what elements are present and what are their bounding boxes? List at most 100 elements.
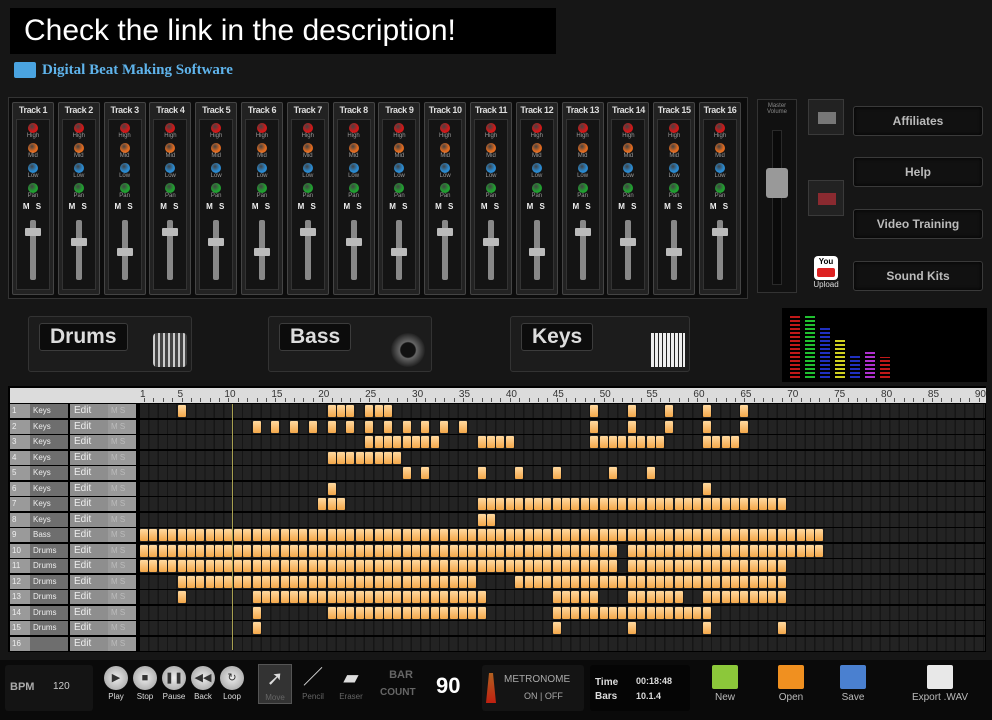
note-lane[interactable] bbox=[140, 636, 985, 651]
edit-button[interactable]: Edit bbox=[70, 419, 108, 434]
note-cell[interactable] bbox=[590, 591, 599, 603]
note-cell[interactable] bbox=[196, 544, 205, 557]
note-cell[interactable] bbox=[271, 591, 280, 603]
note-lane[interactable] bbox=[140, 590, 985, 604]
note-cell[interactable] bbox=[552, 560, 561, 572]
volume-fader[interactable] bbox=[116, 248, 133, 256]
note-cell[interactable] bbox=[383, 575, 392, 588]
note-cell[interactable] bbox=[777, 591, 786, 603]
note-cell[interactable] bbox=[777, 622, 786, 634]
note-cell[interactable] bbox=[299, 560, 308, 572]
note-cell[interactable] bbox=[327, 544, 336, 557]
note-cell[interactable] bbox=[768, 575, 777, 588]
note-cell[interactable] bbox=[355, 575, 364, 588]
note-cell[interactable] bbox=[261, 529, 270, 541]
note-cell[interactable] bbox=[543, 560, 552, 572]
note-cell[interactable] bbox=[665, 575, 674, 588]
note-cell[interactable] bbox=[740, 405, 749, 417]
note-cell[interactable] bbox=[759, 498, 768, 510]
low-knob[interactable] bbox=[486, 163, 496, 173]
note-cell[interactable] bbox=[721, 436, 730, 448]
note-cell[interactable] bbox=[383, 606, 392, 619]
note-cell[interactable] bbox=[243, 529, 252, 541]
pan-knob[interactable] bbox=[348, 183, 359, 193]
note-cell[interactable] bbox=[430, 544, 439, 557]
note-cell[interactable] bbox=[637, 560, 646, 572]
note-cell[interactable] bbox=[477, 436, 486, 448]
stop-button[interactable]: ■ Stop bbox=[132, 666, 158, 701]
note-cell[interactable] bbox=[749, 560, 758, 572]
note-cell[interactable] bbox=[590, 606, 599, 619]
bpm-box[interactable]: BPM 120 bbox=[5, 665, 93, 711]
note-cell[interactable] bbox=[346, 451, 355, 464]
note-cell[interactable] bbox=[618, 575, 627, 588]
note-cell[interactable] bbox=[252, 591, 261, 603]
note-cell[interactable] bbox=[468, 591, 477, 603]
note-cell[interactable] bbox=[365, 420, 374, 433]
note-cell[interactable] bbox=[402, 467, 411, 479]
note-cell[interactable] bbox=[768, 529, 777, 541]
note-cell[interactable] bbox=[693, 498, 702, 510]
note-cell[interactable] bbox=[571, 606, 580, 619]
note-cell[interactable] bbox=[702, 622, 711, 634]
track-instrument[interactable]: Keys bbox=[30, 404, 68, 418]
note-cell[interactable] bbox=[580, 529, 589, 541]
mid-knob[interactable] bbox=[486, 143, 496, 153]
note-cell[interactable] bbox=[365, 436, 374, 448]
low-knob[interactable] bbox=[119, 163, 130, 173]
playhead[interactable] bbox=[232, 404, 233, 650]
eraser-tool[interactable]: ▰ Eraser bbox=[334, 664, 368, 704]
note-cell[interactable] bbox=[655, 560, 664, 572]
note-lane[interactable] bbox=[140, 621, 985, 635]
bar-count-value[interactable]: 90 bbox=[436, 673, 460, 699]
note-cell[interactable] bbox=[186, 575, 195, 588]
upload-button[interactable]: You Upload bbox=[810, 256, 842, 289]
note-cell[interactable] bbox=[336, 451, 345, 464]
note-cell[interactable] bbox=[580, 560, 589, 572]
note-cell[interactable] bbox=[374, 436, 383, 448]
track-instrument[interactable]: Keys bbox=[30, 466, 68, 480]
edit-button[interactable]: Edit bbox=[70, 574, 108, 589]
high-knob[interactable] bbox=[531, 123, 542, 133]
note-cell[interactable] bbox=[177, 529, 186, 541]
pencil-tool[interactable]: ／ Pencil bbox=[296, 664, 330, 704]
note-cell[interactable] bbox=[515, 560, 524, 572]
note-cell[interactable] bbox=[562, 498, 571, 510]
note-cell[interactable] bbox=[562, 606, 571, 619]
note-cell[interactable] bbox=[458, 560, 467, 572]
pan-knob[interactable] bbox=[257, 183, 267, 193]
note-cell[interactable] bbox=[421, 436, 430, 448]
video-training-button[interactable]: Video Training bbox=[853, 209, 983, 239]
note-cell[interactable] bbox=[693, 544, 702, 557]
note-cell[interactable] bbox=[609, 575, 617, 588]
edit-button[interactable]: Edit bbox=[70, 450, 108, 465]
note-cell[interactable] bbox=[646, 575, 655, 588]
note-cell[interactable] bbox=[383, 420, 392, 433]
edit-button[interactable]: Edit bbox=[70, 512, 108, 527]
note-cell[interactable] bbox=[730, 436, 739, 448]
note-cell[interactable] bbox=[618, 529, 627, 541]
volume-fader[interactable] bbox=[162, 228, 179, 236]
mid-knob[interactable] bbox=[577, 143, 588, 153]
affiliates-button[interactable]: Affiliates bbox=[853, 106, 983, 136]
mid-knob[interactable] bbox=[302, 143, 313, 153]
note-cell[interactable] bbox=[402, 606, 411, 619]
note-cell[interactable] bbox=[168, 544, 177, 557]
high-knob[interactable] bbox=[623, 123, 634, 133]
volume-fader[interactable] bbox=[391, 248, 408, 256]
note-cell[interactable] bbox=[562, 560, 571, 572]
note-cell[interactable] bbox=[712, 498, 721, 510]
edit-button[interactable]: Edit bbox=[70, 481, 108, 496]
mute-solo-buttons[interactable]: M S bbox=[108, 528, 136, 542]
note-cell[interactable] bbox=[393, 436, 402, 448]
note-cell[interactable] bbox=[299, 575, 308, 588]
note-cell[interactable] bbox=[365, 575, 374, 588]
note-cell[interactable] bbox=[552, 591, 561, 603]
low-knob[interactable] bbox=[28, 163, 38, 173]
note-cell[interactable] bbox=[627, 405, 636, 417]
note-cell[interactable] bbox=[712, 544, 721, 557]
note-cell[interactable] bbox=[684, 529, 693, 541]
note-cell[interactable] bbox=[759, 544, 768, 557]
note-cell[interactable] bbox=[252, 606, 261, 619]
note-cell[interactable] bbox=[627, 436, 636, 448]
